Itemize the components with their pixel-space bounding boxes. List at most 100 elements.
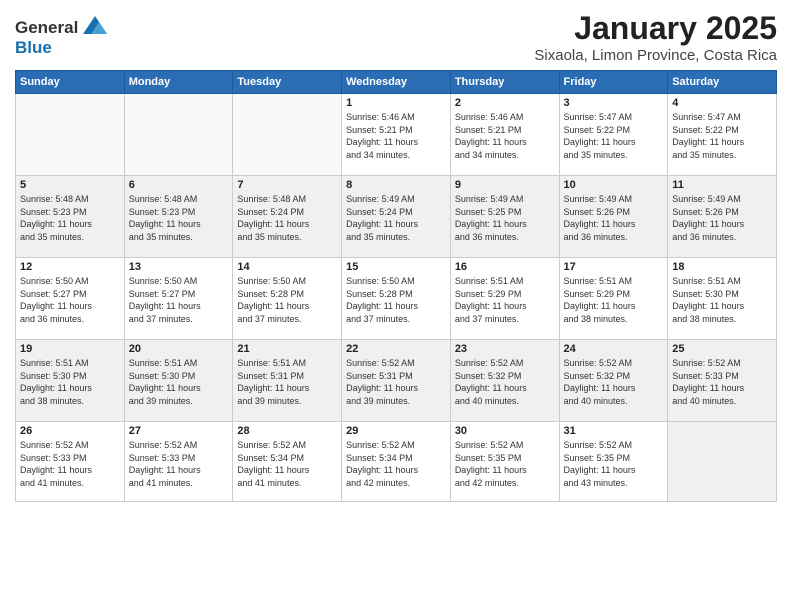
day-number: 2 — [455, 97, 555, 109]
day-number: 10 — [564, 179, 664, 191]
day-number: 9 — [455, 179, 555, 191]
day-number: 20 — [129, 343, 229, 355]
table-row: 9Sunrise: 5:49 AMSunset: 5:25 PMDaylight… — [450, 176, 559, 258]
day-number: 24 — [564, 343, 664, 355]
header-monday: Monday — [124, 71, 233, 94]
header-thursday: Thursday — [450, 71, 559, 94]
day-number: 6 — [129, 179, 229, 191]
table-row: 23 Sunrise: 5:52 AMSunset: 5:32 PMDayligh… — [450, 340, 559, 422]
day-info: Sunrise: 5:48 AMSunset: 5:24 PMDaylight:… — [237, 193, 337, 243]
day-info: Sunrise: 5:48 AMSunset: 5:23 PMDaylight:… — [20, 193, 120, 243]
table-row: 3 Sunrise: 5:47 AMSunset: 5:22 PMDaylight… — [559, 94, 668, 176]
calendar-title: January 2025 — [534, 10, 777, 47]
calendar-header-row: Sunday Monday Tuesday Wednesday Thursday… — [16, 71, 777, 94]
day-number: 28 — [237, 425, 337, 437]
table-row: 27Sunrise: 5:52 AMSunset: 5:33 PMDayligh… — [124, 422, 233, 502]
table-row: 12 Sunrise: 5:50 AMSunset: 5:27 PMDayligh… — [16, 258, 125, 340]
table-row: 24Sunrise: 5:52 AMSunset: 5:32 PMDayligh… — [559, 340, 668, 422]
day-number: 8 — [346, 179, 446, 191]
table-row: 6Sunrise: 5:48 AMSunset: 5:23 PMDaylight… — [124, 176, 233, 258]
day-number: 17 — [564, 261, 664, 273]
table-row — [233, 94, 342, 176]
table-row: 16Sunrise: 5:51 AMSunset: 5:29 PMDayligh… — [450, 258, 559, 340]
day-info: Sunrise: 5:49 AMSunset: 5:26 PMDaylight:… — [672, 193, 772, 243]
day-number: 14 — [237, 261, 337, 273]
day-info: Sunrise: 5:51 AMSunset: 5:29 PMDaylight:… — [564, 275, 664, 325]
page: General Blue January 2025 Sixaola, Limon… — [0, 0, 792, 612]
table-row: 1 Sunrise: 5:46 AMSunset: 5:21 PMDaylight… — [342, 94, 451, 176]
table-row: 15 Sunrise: 5:50 AMSunset: 5:28 PMDayligh… — [342, 258, 451, 340]
table-row — [16, 94, 125, 176]
day-info: Sunrise: 5:50 AMSunset: 5:28 PMDaylight:… — [237, 275, 337, 325]
day-number: 29 — [346, 425, 446, 437]
table-row: 19 Sunrise: 5:51 AMSunset: 5:30 PMDayligh… — [16, 340, 125, 422]
day-number: 22 — [346, 343, 446, 355]
day-info: Sunrise: 5:51 AMSunset: 5:30 PMDaylight:… — [20, 357, 120, 407]
table-row: 11 Sunrise: 5:49 AMSunset: 5:26 PMDayligh… — [668, 176, 777, 258]
day-info: Sunrise: 5:47 AMSunset: 5:22 PMDaylight:… — [564, 111, 664, 161]
day-info: Sunrise: 5:52 AMSunset: 5:32 PMDaylight:… — [455, 357, 555, 407]
day-info: Sunrise: 5:51 AMSunset: 5:31 PMDaylight:… — [237, 357, 337, 407]
table-row: 17 Sunrise: 5:51 AMSunset: 5:29 PMDayligh… — [559, 258, 668, 340]
day-number: 4 — [672, 97, 772, 109]
header-tuesday: Tuesday — [233, 71, 342, 94]
day-info: Sunrise: 5:51 AMSunset: 5:30 PMDaylight:… — [129, 357, 229, 407]
table-row: 8 Sunrise: 5:49 AMSunset: 5:24 PMDaylight… — [342, 176, 451, 258]
day-number: 23 — [455, 343, 555, 355]
day-info: Sunrise: 5:52 AMSunset: 5:33 PMDaylight:… — [672, 357, 772, 407]
day-number: 15 — [346, 261, 446, 273]
day-info: Sunrise: 5:46 AMSunset: 5:21 PMDaylight:… — [346, 111, 446, 161]
logo-general: General — [15, 18, 78, 38]
day-number: 25 — [672, 343, 772, 355]
calendar-week-row: 19 Sunrise: 5:51 AMSunset: 5:30 PMDayligh… — [16, 340, 777, 422]
table-row: 18 Sunrise: 5:51 AMSunset: 5:30 PMDayligh… — [668, 258, 777, 340]
table-row: 30 Sunrise: 5:52 AMSunset: 5:35 PMDayligh… — [450, 422, 559, 502]
day-info: Sunrise: 5:52 AMSunset: 5:33 PMDaylight:… — [20, 439, 120, 489]
table-row: 31 Sunrise: 5:52 AMSunset: 5:35 PMDayligh… — [559, 422, 668, 502]
day-number: 31 — [564, 425, 664, 437]
day-info: Sunrise: 5:49 AMSunset: 5:26 PMDaylight:… — [564, 193, 664, 243]
day-info: Sunrise: 5:49 AMSunset: 5:24 PMDaylight:… — [346, 193, 446, 243]
logo-text: General Blue — [15, 14, 109, 58]
day-info: Sunrise: 5:52 AMSunset: 5:35 PMDaylight:… — [564, 439, 664, 489]
day-info: Sunrise: 5:51 AMSunset: 5:29 PMDaylight:… — [455, 275, 555, 325]
day-number: 1 — [346, 97, 446, 109]
calendar-week-row: 26 Sunrise: 5:52 AMSunset: 5:33 PMDayligh… — [16, 422, 777, 502]
table-row: 20 Sunrise: 5:51 AMSunset: 5:30 PMDayligh… — [124, 340, 233, 422]
day-info: Sunrise: 5:51 AMSunset: 5:30 PMDaylight:… — [672, 275, 772, 325]
table-row — [668, 422, 777, 502]
day-number: 12 — [20, 261, 120, 273]
table-row: 4Sunrise: 5:47 AMSunset: 5:22 PMDaylight… — [668, 94, 777, 176]
day-number: 3 — [564, 97, 664, 109]
logo: General Blue — [15, 14, 109, 58]
day-number: 26 — [20, 425, 120, 437]
calendar-table: Sunday Monday Tuesday Wednesday Thursday… — [15, 70, 777, 502]
title-block: January 2025 Sixaola, Limon Province, Co… — [534, 10, 777, 64]
table-row: 26 Sunrise: 5:52 AMSunset: 5:33 PMDayligh… — [16, 422, 125, 502]
calendar-week-row: 5 Sunrise: 5:48 AMSunset: 5:23 PMDaylight… — [16, 176, 777, 258]
day-info: Sunrise: 5:46 AMSunset: 5:21 PMDaylight:… — [455, 111, 555, 161]
day-info: Sunrise: 5:52 AMSunset: 5:35 PMDaylight:… — [455, 439, 555, 489]
table-row: 22 Sunrise: 5:52 AMSunset: 5:31 PMDayligh… — [342, 340, 451, 422]
day-number: 19 — [20, 343, 120, 355]
calendar-week-row: 1 Sunrise: 5:46 AMSunset: 5:21 PMDaylight… — [16, 94, 777, 176]
day-number: 5 — [20, 179, 120, 191]
header-sunday: Sunday — [16, 71, 125, 94]
header-friday: Friday — [559, 71, 668, 94]
logo-icon — [81, 14, 109, 42]
day-number: 21 — [237, 343, 337, 355]
header-saturday: Saturday — [668, 71, 777, 94]
table-row: 2 Sunrise: 5:46 AMSunset: 5:21 PMDaylight… — [450, 94, 559, 176]
day-number: 11 — [672, 179, 772, 191]
table-row: 13Sunrise: 5:50 AMSunset: 5:27 PMDayligh… — [124, 258, 233, 340]
day-number: 30 — [455, 425, 555, 437]
calendar-week-row: 12 Sunrise: 5:50 AMSunset: 5:27 PMDayligh… — [16, 258, 777, 340]
day-number: 18 — [672, 261, 772, 273]
day-info: Sunrise: 5:50 AMSunset: 5:27 PMDaylight:… — [20, 275, 120, 325]
header: General Blue January 2025 Sixaola, Limon… — [15, 10, 777, 64]
table-row: 25 Sunrise: 5:52 AMSunset: 5:33 PMDayligh… — [668, 340, 777, 422]
table-row: 7Sunrise: 5:48 AMSunset: 5:24 PMDaylight… — [233, 176, 342, 258]
day-info: Sunrise: 5:52 AMSunset: 5:31 PMDaylight:… — [346, 357, 446, 407]
day-info: Sunrise: 5:50 AMSunset: 5:28 PMDaylight:… — [346, 275, 446, 325]
table-row: 5 Sunrise: 5:48 AMSunset: 5:23 PMDaylight… — [16, 176, 125, 258]
